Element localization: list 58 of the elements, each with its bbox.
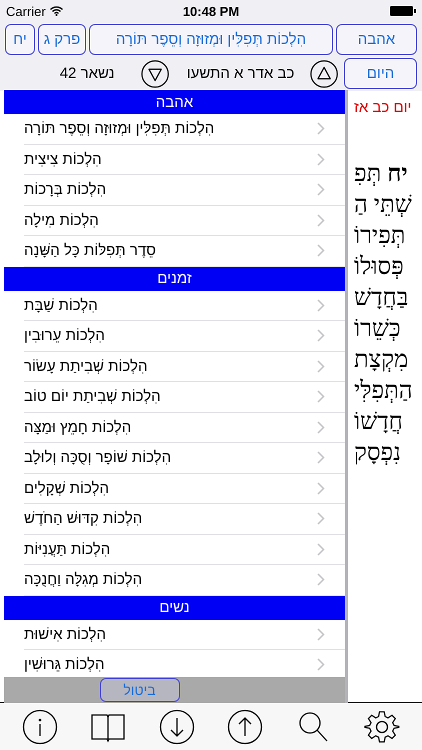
- chevron-icon: [317, 329, 325, 342]
- menu-item[interactable]: הִלְכוֹת צִיצִית: [24, 144, 345, 175]
- chevron-icon: [317, 214, 325, 227]
- menu-item[interactable]: הִלְכוֹת קִדּוּשׁ הַחֹדֶשׁ: [24, 504, 345, 534]
- menu-item[interactable]: הִלְכוֹת שׁוֹפָר וְסֻכָּה וְלוּלָב: [24, 443, 345, 474]
- section-header: אהבה: [4, 90, 345, 114]
- menu-item[interactable]: הִלְכוֹת תַּעֲנִיּוֹת: [24, 534, 345, 565]
- reading-text: יח תְּפִ: [354, 160, 408, 189]
- settings-icon[interactable]: [364, 708, 400, 744]
- halacha-button[interactable]: יח: [5, 24, 35, 55]
- chevron-icon: [317, 420, 325, 434]
- hebrew-date: כב אדר א התשעו: [186, 65, 294, 82]
- menu-item[interactable]: הִלְכוֹת עֵרוּבִין: [24, 321, 345, 352]
- chevron-icon: [317, 244, 325, 258]
- book-button[interactable]: אהבה: [336, 24, 417, 55]
- chevron-icon: [317, 573, 325, 586]
- menu-item[interactable]: הִלְכוֹת אִישׁוּת: [24, 620, 345, 650]
- reading-text: מִקְצָת: [354, 346, 408, 375]
- menu-item[interactable]: הִלְכוֹת מִילָה: [24, 206, 345, 236]
- menu-item[interactable]: הִלְכוֹת חָמֵץ וּמַצָּה: [24, 412, 345, 443]
- carrier-label: Carrier: [6, 4, 46, 18]
- reading-text: שְׁתֵּי הַ: [354, 191, 412, 220]
- chevron-icon: [317, 152, 325, 166]
- chevron-icon: [317, 122, 325, 136]
- chevron-icon: [317, 451, 325, 464]
- chevron-icon: [317, 542, 325, 556]
- menu-item[interactable]: הִלְכוֹת תְּפִלִּין וּמְזוּזָה וְסֵפֶר תּוֹרָה: [24, 114, 345, 144]
- reading-text: בַּחֲדָשׁ: [354, 284, 408, 313]
- day-heading: יום כב אז: [354, 99, 412, 116]
- chevron-icon: [317, 390, 325, 404]
- reading-text: הַתְּפִלִּי: [354, 377, 413, 406]
- menu-item[interactable]: הִלְכוֹת שְׁבִיתַת יוֹם טוֹב: [24, 382, 345, 412]
- reading-text: חֲדָשׁוֹ: [354, 408, 403, 437]
- menu-item[interactable]: הִלְכוֹת שְׁבִיתַת עָשׂוֹר: [24, 352, 345, 382]
- menu-item[interactable]: הִלְכוֹת שְׁקָלִים: [24, 474, 345, 504]
- chevron-icon: [317, 628, 325, 641]
- menu-item[interactable]: הִלְכוֹת שַׁבָּת: [24, 290, 345, 321]
- clock-time: 10:48 PM: [182, 4, 240, 18]
- remaining-count: נשאר 42: [60, 65, 114, 82]
- menu-item[interactable]: הִלְכוֹת בְּרָכוֹת: [24, 175, 345, 206]
- info-icon[interactable]: [22, 708, 58, 744]
- section-header: נשים: [4, 596, 345, 620]
- reading-text: כְּשֵׁרוֹ: [354, 315, 401, 344]
- battery-icon: [390, 6, 416, 16]
- chevron-icon: [317, 512, 325, 526]
- today-button[interactable]: היום: [344, 58, 417, 89]
- wifi-icon: [50, 6, 63, 16]
- chapter-button[interactable]: פרק ג: [38, 24, 86, 55]
- reading-text: פְּסוּלוֹ: [354, 253, 404, 282]
- chevron-icon: [317, 482, 325, 495]
- title-button[interactable]: הִלְכוֹת תְּפִלִּין וּמְזוּזָה וְסֵפֶר תּוֹרָה: [89, 24, 333, 55]
- chevron-icon: [317, 298, 325, 312]
- chevron-icon: [317, 658, 325, 672]
- reading-text: תְּפִירוֹ: [354, 222, 406, 251]
- reading-text: נִפְסָק: [354, 439, 401, 468]
- chevron-icon: [317, 183, 325, 196]
- section-header: זמנים: [4, 266, 345, 290]
- chevron-icon: [317, 360, 325, 373]
